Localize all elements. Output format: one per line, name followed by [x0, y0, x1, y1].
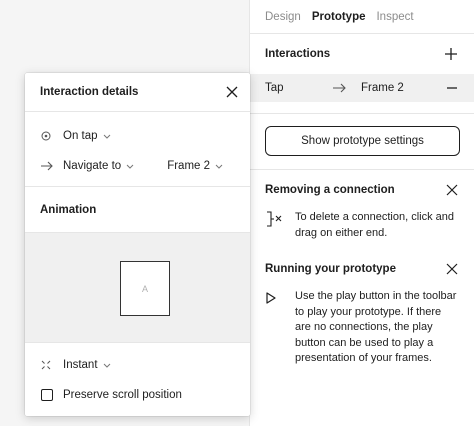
help-running-prototype: Running your prototype Use the play butt…: [250, 249, 474, 367]
transition-dropdown[interactable]: Instant: [25, 350, 250, 380]
help-text: Use the play button in the toolbar to pl…: [295, 290, 457, 364]
tab-design[interactable]: Design: [265, 11, 301, 23]
chevron-down-icon: [103, 134, 110, 139]
help-text: To delete a connection, click and drag o…: [295, 211, 454, 239]
modal-title: Interaction details: [40, 86, 139, 98]
interaction-details-modal: Interaction details On tap Navigate to F…: [25, 73, 250, 416]
instant-transition-icon: [41, 360, 51, 370]
chevron-down-icon: [215, 164, 223, 169]
tab-inspect[interactable]: Inspect: [376, 11, 413, 23]
tab-prototype[interactable]: Prototype: [312, 11, 366, 23]
trigger-label: On tap: [63, 130, 98, 142]
close-icon: [226, 86, 238, 98]
preview-frame: A: [120, 261, 170, 316]
animation-preview: A: [25, 232, 250, 343]
transition-label: Instant: [63, 359, 98, 371]
close-modal-button[interactable]: [226, 86, 238, 98]
dismiss-help-button[interactable]: [446, 263, 458, 275]
interactions-title: Interactions: [265, 48, 331, 60]
interaction-row[interactable]: Tap Frame 2: [250, 74, 474, 102]
help-title: Removing a connection: [265, 184, 395, 196]
properties-panel: Design Prototype Inspect Interactions Ta…: [249, 0, 474, 426]
animation-title: Animation: [40, 203, 97, 216]
dismiss-help-button[interactable]: [446, 184, 458, 196]
minus-icon: [447, 87, 457, 89]
show-prototype-settings-button[interactable]: Show prototype settings: [265, 126, 460, 156]
add-interaction-button[interactable]: [444, 47, 458, 61]
tap-target-icon: [41, 131, 51, 141]
close-icon: [446, 184, 458, 196]
interactions-header: Interactions: [250, 34, 474, 74]
interaction-destination: Frame 2: [361, 82, 404, 94]
panel-tabs: Design Prototype Inspect: [250, 0, 474, 34]
close-icon: [446, 263, 458, 275]
preserve-scroll-checkbox[interactable]: [41, 389, 53, 401]
plus-icon: [445, 48, 457, 60]
destination-label: Frame 2: [167, 160, 211, 172]
arrow-right-icon: [333, 83, 346, 93]
help-removing-connection: Removing a connection To delete a connec…: [250, 170, 474, 241]
destination-dropdown[interactable]: Frame 2: [165, 160, 223, 172]
preserve-scroll-option[interactable]: Preserve scroll position: [25, 380, 250, 410]
disconnect-icon: [267, 211, 282, 227]
remove-interaction-button[interactable]: [446, 82, 458, 94]
action-dropdown[interactable]: Navigate to: [61, 160, 134, 172]
trigger-dropdown[interactable]: On tap: [25, 121, 250, 151]
chevron-down-icon: [103, 363, 110, 368]
help-title: Running your prototype: [265, 263, 396, 275]
preserve-scroll-label: Preserve scroll position: [63, 389, 182, 401]
interaction-trigger: Tap: [265, 82, 284, 94]
arrow-right-icon: [41, 161, 53, 171]
action-label: Navigate to: [63, 160, 122, 172]
chevron-down-icon: [126, 164, 134, 169]
preview-letter: A: [141, 283, 148, 294]
play-icon: [266, 292, 276, 304]
